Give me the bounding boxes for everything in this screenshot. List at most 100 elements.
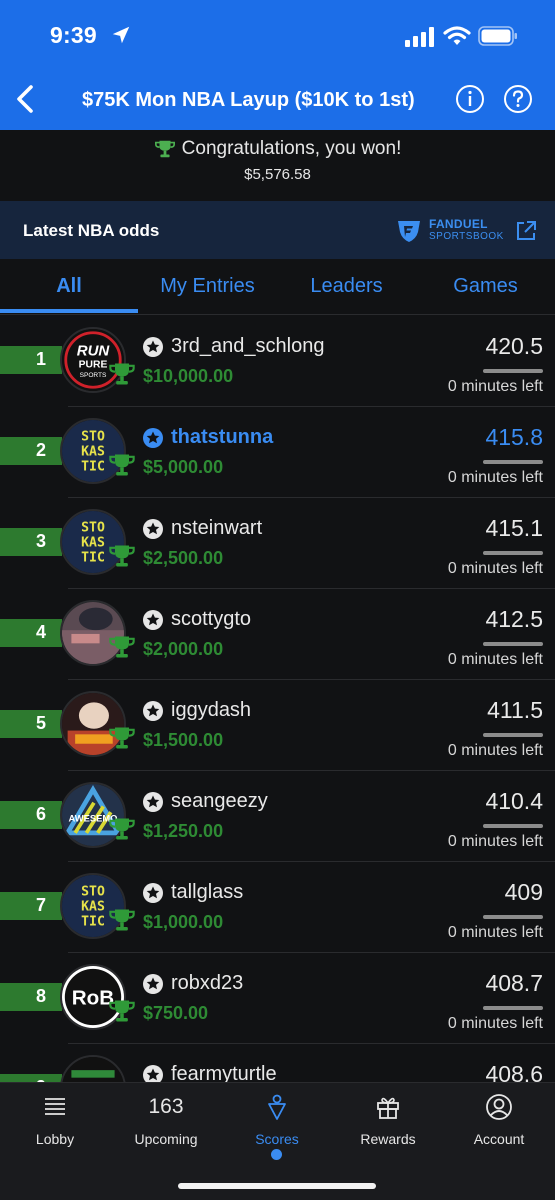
avatar-dark — [62, 1057, 124, 1082]
account-icon — [486, 1094, 512, 1120]
leaderboard-row[interactable]: 9fearmyturtle408.6 — [0, 1044, 555, 1082]
trophy-icon — [154, 140, 175, 158]
avatar-logo-text: STO — [81, 885, 105, 900]
leaderboard-row[interactable]: 8 RoB robxd23 $750.00 408.7 0 minutes left — [0, 953, 555, 1044]
trophy-icon — [109, 1000, 135, 1022]
tab-all[interactable]: All — [0, 275, 138, 298]
avatar-logo-text: RUN — [77, 342, 111, 359]
trophy-icon — [109, 818, 135, 840]
win-amount: $5,576.58 — [244, 166, 311, 183]
battery-icon — [478, 26, 517, 46]
back-chevron-icon[interactable] — [10, 82, 40, 116]
fantasy-score: 408.6 — [485, 1061, 543, 1082]
trophy-icon — [109, 909, 135, 931]
star-badge-icon — [143, 428, 163, 448]
nav-upcoming-label: Upcoming — [134, 1131, 198, 1147]
username: 3rd_and_schlong — [171, 335, 325, 357]
nav-account-label: Account — [473, 1131, 525, 1147]
nav-scores[interactable]: Scores — [222, 1093, 332, 1147]
leaderboard-row[interactable]: 2 STO KAS TIC thatstunna $5,000.00 415.8 0 minu… — [0, 407, 555, 498]
fantasy-score: 415.1 — [485, 515, 543, 541]
progress-bar — [483, 369, 543, 373]
tab-bar: All My Entries Leaders Games — [0, 259, 555, 315]
nav-upcoming[interactable]: 163 Upcoming — [111, 1093, 221, 1147]
star-badge-icon — [143, 974, 163, 994]
location-icon — [112, 26, 130, 44]
leaderboard-row[interactable]: 7 STO KAS TIC tallglass $1,000.00 409 0 minutes… — [0, 862, 555, 953]
prize-amount: $2,500.00 — [143, 548, 224, 568]
fantasy-score: 420.5 — [485, 333, 543, 359]
avatar-logo-text: KAS — [81, 445, 105, 460]
leaderboard-row[interactable]: 3 STO KAS TIC nsteinwart $2,500.00 415.1 0 minu… — [0, 498, 555, 589]
prize-amount: $10,000.00 — [143, 366, 234, 386]
star-badge-icon — [143, 1065, 163, 1082]
rank-number: 3 — [35, 531, 46, 551]
avatar-logo-text: TIC — [81, 551, 105, 566]
nav-account[interactable]: Account — [444, 1093, 554, 1147]
avatar-logo-text: KAS — [81, 536, 105, 551]
home-indicator[interactable] — [178, 1183, 376, 1189]
avatar-logo-text: TIC — [81, 915, 105, 930]
trophy-icon — [109, 636, 135, 658]
time-remaining: 0 minutes left — [447, 378, 543, 395]
progress-bar — [483, 460, 543, 464]
rank-number: 5 — [35, 713, 46, 733]
username: nsteinwart — [171, 517, 263, 539]
fantasy-score: 411.5 — [487, 697, 543, 723]
prize-amount: $1,500.00 — [143, 730, 224, 750]
tab-my-entries[interactable]: My Entries — [138, 275, 277, 298]
upcoming-count: 163 — [148, 1095, 184, 1118]
nav-lobby[interactable]: Lobby — [0, 1093, 110, 1147]
bottom-nav: Lobby 163 Upcoming Scores Rewards Accoun… — [0, 1082, 555, 1200]
rank-number: 2 — [35, 440, 46, 460]
time-remaining: 0 minutes left — [447, 742, 543, 759]
username: tallglass — [171, 881, 244, 903]
avatar-logo-text: STO — [81, 430, 105, 445]
fanduel-brand-sub: SPORTSBOOK — [429, 231, 504, 242]
fantasy-score: 412.5 — [485, 606, 543, 632]
header: $75K Mon NBA Layup ($10K to 1st) — [0, 72, 555, 130]
win-message-line: Congratulations, you won! — [0, 138, 555, 160]
leaderboard-row[interactable]: 1 RUN PURE SPORTS 3rd_and_schlong $10,000.00 4… — [0, 316, 555, 407]
progress-bar — [483, 551, 543, 555]
fantasy-score: 409 — [504, 879, 543, 905]
username: robxd23 — [171, 972, 244, 994]
prize-amount: $1,000.00 — [143, 912, 224, 932]
leaderboard-list[interactable]: 1 RUN PURE SPORTS 3rd_and_schlong $10,000.00 4… — [0, 316, 555, 1082]
win-message: Congratulations, you won! — [181, 138, 402, 159]
star-badge-icon — [143, 610, 163, 630]
tab-games[interactable]: Games — [416, 275, 555, 298]
top-bar: 9:39 $75K Mon NBA Layup ($10K to 1st) — [0, 0, 555, 130]
username: fearmyturtle — [171, 1063, 277, 1082]
nav-rewards-label: Rewards — [360, 1131, 416, 1147]
trophy-icon — [109, 727, 135, 749]
star-badge-icon — [143, 519, 163, 539]
progress-bar — [483, 915, 543, 919]
external-link-icon[interactable] — [515, 220, 537, 242]
avatar-logo-text: KAS — [81, 900, 105, 915]
fantasy-score: 408.7 — [485, 970, 543, 996]
fanduel-brand: FANDUEL — [429, 217, 488, 231]
time-remaining: 0 minutes left — [447, 651, 543, 668]
info-icon[interactable] — [455, 84, 485, 114]
prize-amount: $750.00 — [143, 1003, 209, 1023]
leaderboard-row[interactable]: 6 AWESEMO seangeezy $1,250.00 410.4 0 minutes… — [0, 771, 555, 862]
star-badge-icon — [143, 792, 163, 812]
time-remaining: 0 minutes left — [447, 1015, 543, 1032]
star-badge-icon — [143, 883, 163, 903]
tab-leaders[interactable]: Leaders — [277, 275, 416, 298]
leaderboard-row[interactable]: 4 scottygto $2,000.00 412.5 0 minutes left — [0, 589, 555, 680]
nav-rewards[interactable]: Rewards — [333, 1093, 443, 1147]
rank-number: 4 — [35, 622, 46, 642]
leaderboard-row[interactable]: 5 iggydash $1,500.00 411.5 0 minutes left — [0, 680, 555, 771]
avatar-logo-text: PURE — [79, 360, 108, 371]
prize-amount: $5,000.00 — [143, 457, 224, 477]
progress-bar — [483, 642, 543, 646]
help-icon[interactable] — [503, 84, 533, 114]
star-badge-icon — [143, 337, 163, 357]
avatar-logo-text: TIC — [81, 460, 105, 475]
scores-icon — [268, 1094, 286, 1120]
nav-scores-label: Scores — [255, 1131, 299, 1147]
avatar[interactable] — [60, 1055, 126, 1082]
latest-odds-banner[interactable]: Latest NBA odds FANDUEL SPORTSBOOK — [0, 201, 555, 259]
